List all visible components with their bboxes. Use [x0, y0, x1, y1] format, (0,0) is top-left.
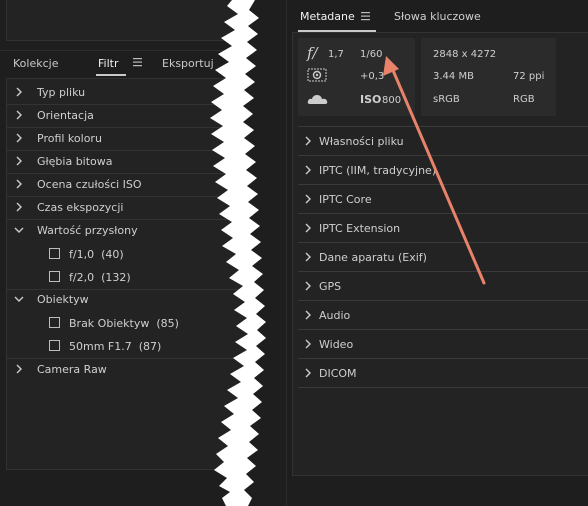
tab-filtr[interactable]: Filtr — [98, 57, 118, 70]
section-gps[interactable]: GPS — [298, 271, 588, 300]
cloud-icon — [307, 93, 329, 105]
section-label: DICOM — [319, 367, 357, 380]
chevron-right-icon — [305, 339, 311, 349]
filter-row-file-type[interactable]: Typ pliku — [7, 82, 269, 105]
checkbox[interactable] — [49, 340, 60, 351]
lens-option[interactable]: 50mm F1.7 (87) — [7, 336, 269, 359]
chevron-right-icon — [305, 223, 311, 233]
right-tab-bar: Metadane Słowa kluczowe — [292, 0, 588, 32]
chevron-right-icon — [16, 364, 22, 374]
filter-label: Czas ekspozycji — [37, 201, 124, 214]
lens-option[interactable]: Brak Obiektyw (85) — [7, 313, 269, 335]
file-info-box: 2848 x 4272 3.44 MB 72 ppi sRGB RGB — [421, 38, 556, 116]
chevron-right-icon — [305, 136, 311, 146]
checkbox[interactable] — [49, 248, 60, 259]
checkbox[interactable] — [49, 271, 60, 282]
filter-row-lens[interactable]: Obiektyw — [7, 289, 269, 311]
aperture-value: 1,7 — [328, 49, 344, 60]
chevron-right-icon — [305, 310, 311, 320]
active-tab-underline — [96, 74, 126, 76]
section-camera-data[interactable]: Dane aparatu (Exif) — [298, 242, 588, 271]
filter-row-bit-depth[interactable]: Głębia bitowa — [7, 151, 269, 174]
chevron-right-icon — [16, 179, 22, 189]
section-label: Wideo — [319, 338, 354, 351]
section-iptc-extension[interactable]: IPTC Extension — [298, 213, 588, 242]
tab-menu-icon[interactable] — [133, 57, 142, 67]
filter-row-camera-raw[interactable]: Camera Raw — [7, 359, 269, 381]
section-audio[interactable]: Audio — [298, 300, 588, 329]
checkbox[interactable] — [49, 317, 60, 328]
section-label: GPS — [319, 280, 342, 293]
filter-label: Ocena czułości ISO — [37, 178, 142, 191]
chevron-down-icon — [14, 227, 24, 233]
section-video[interactable]: Wideo — [298, 329, 588, 358]
aperture-icon: f/ — [307, 44, 318, 62]
filter-label: Orientacja — [37, 109, 94, 122]
chevron-right-icon — [305, 368, 311, 378]
section-label: IPTC (IIM, tradycyjne) — [319, 164, 437, 177]
tab-keywords[interactable]: Słowa kluczowe — [394, 10, 481, 23]
option-label: 50mm F1.7 (87) — [69, 340, 162, 353]
file-size: 3.44 MB — [433, 71, 474, 82]
section-iptc-core[interactable]: IPTC Core — [298, 184, 588, 213]
iso-label: ISO — [360, 93, 382, 106]
filter-label: Wartość przysłony — [37, 224, 138, 237]
tab-menu-icon[interactable] — [361, 12, 370, 22]
tab-kolekcje[interactable]: Kolekcje — [13, 57, 58, 70]
filter-row-exposure-time[interactable]: Czas ekspozycji — [7, 197, 269, 220]
section-label: IPTC Extension — [319, 222, 401, 235]
exposure-info-box: f/ 1,7 1/60 +0,3 ISO 800 — [298, 38, 415, 116]
filter-row-aperture[interactable]: Wartość przysłony — [7, 220, 269, 242]
tab-metadane[interactable]: Metadane — [300, 10, 355, 23]
section-label: Dane aparatu (Exif) — [319, 251, 427, 264]
left-scrollbar[interactable] — [273, 0, 279, 440]
option-label: f/1,0 (40) — [69, 248, 124, 261]
chevron-right-icon — [16, 110, 22, 120]
option-label: f/2,0 (132) — [69, 271, 131, 284]
section-iptc-iim[interactable]: IPTC (IIM, tradycyjne) — [298, 155, 588, 184]
filter-label: Głębia bitowa — [37, 155, 113, 168]
chevron-right-icon — [16, 202, 22, 212]
filter-row-color-profile[interactable]: Profil koloru — [7, 128, 269, 151]
shutter-speed: 1/60 — [360, 49, 383, 60]
aperture-option[interactable]: f/1,0 (40) — [7, 244, 269, 266]
left-top-panel — [6, 0, 270, 41]
filter-label: Camera Raw — [37, 363, 107, 376]
chevron-right-icon — [305, 194, 311, 204]
image-dimensions: 2848 x 4272 — [433, 49, 497, 60]
chevron-down-icon — [14, 296, 24, 302]
option-label: Brak Obiektyw (85) — [69, 317, 179, 330]
chevron-right-icon — [305, 165, 311, 175]
filter-row-orientation[interactable]: Orientacja — [7, 105, 269, 128]
color-space: sRGB — [433, 94, 460, 105]
section-label: IPTC Core — [319, 193, 372, 206]
filter-panel: Typ pliku Orientacja Profil koloru Głębi… — [6, 78, 270, 470]
section-label: Własności pliku — [319, 135, 404, 148]
section-file-properties[interactable]: Własności pliku — [298, 126, 588, 155]
exposure-meter-icon — [307, 68, 327, 82]
iso-value: 800 — [382, 95, 402, 106]
filter-label: Obiektyw — [37, 293, 89, 306]
chevron-right-icon — [16, 87, 22, 97]
section-divider — [298, 387, 588, 389]
left-tab-bar: Kolekcje Filtr Eksportuj — [0, 50, 275, 77]
tab-eksportuj[interactable]: Eksportuj — [162, 57, 214, 70]
filter-label: Typ pliku — [37, 86, 86, 99]
chevron-right-icon — [16, 133, 22, 143]
exposure-compensation: +0,3 — [360, 71, 385, 82]
color-mode: RGB — [513, 94, 535, 105]
filter-row-iso[interactable]: Ocena czułości ISO — [7, 174, 269, 197]
section-label: Audio — [319, 309, 351, 322]
resolution: 72 ppi — [513, 71, 545, 82]
chevron-right-icon — [305, 281, 311, 291]
section-dicom[interactable]: DICOM — [298, 358, 588, 387]
filter-label: Profil koloru — [37, 132, 102, 145]
chevron-right-icon — [305, 252, 311, 262]
chevron-right-icon — [16, 156, 22, 166]
aperture-option[interactable]: f/2,0 (132) — [7, 267, 269, 290]
